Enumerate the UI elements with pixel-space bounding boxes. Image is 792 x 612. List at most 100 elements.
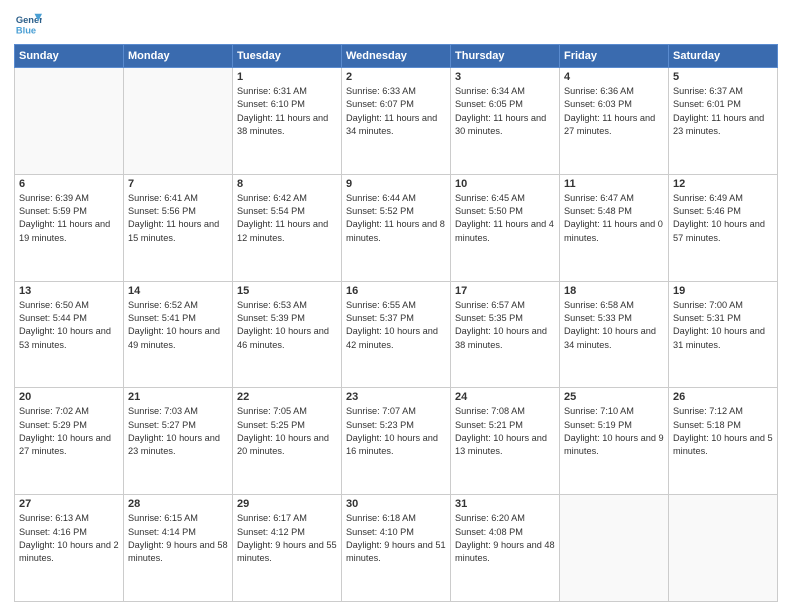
day-info-line: Daylight: 10 hours and 20 minutes. [237,432,337,459]
day-info-line: Sunset: 4:10 PM [346,526,446,539]
day-info-line: Daylight: 11 hours and 27 minutes. [564,112,664,139]
day-info: Sunrise: 6:31 AMSunset: 6:10 PMDaylight:… [237,85,337,138]
day-info-line: Sunset: 5:41 PM [128,312,228,325]
day-info-line: Sunset: 5:25 PM [237,419,337,432]
calendar-cell: 14Sunrise: 6:52 AMSunset: 5:41 PMDayligh… [124,281,233,388]
calendar-table: SundayMondayTuesdayWednesdayThursdayFrid… [14,44,778,602]
day-number: 18 [564,285,664,297]
day-info-line: Sunset: 5:18 PM [673,419,773,432]
day-number: 31 [455,498,555,510]
day-info-line: Sunset: 5:33 PM [564,312,664,325]
calendar-cell: 8Sunrise: 6:42 AMSunset: 5:54 PMDaylight… [233,174,342,281]
day-number: 14 [128,285,228,297]
day-info-line: Daylight: 10 hours and 53 minutes. [19,325,119,352]
day-info-line: Daylight: 10 hours and 9 minutes. [564,432,664,459]
day-number: 8 [237,178,337,190]
day-number: 27 [19,498,119,510]
day-info: Sunrise: 7:07 AMSunset: 5:23 PMDaylight:… [346,405,446,458]
day-info: Sunrise: 7:08 AMSunset: 5:21 PMDaylight:… [455,405,555,458]
day-info-line: Sunset: 5:50 PM [455,205,555,218]
day-info-line: Sunset: 6:10 PM [237,98,337,111]
calendar-cell: 26 Sunrise: 7:12 AMSunset: 5:18 PMDayligh… [669,388,778,495]
day-number: 17 [455,285,555,297]
calendar-cell: 9Sunrise: 6:44 AMSunset: 5:52 PMDaylight… [342,174,451,281]
calendar-cell: 19Sunrise: 7:00 AMSunset: 5:31 PMDayligh… [669,281,778,388]
day-info: Sunrise: 6:33 AMSunset: 6:07 PMDaylight:… [346,85,446,138]
day-info-line: Sunrise: 7:07 AM [346,405,446,418]
day-info: Sunrise: 6:57 AMSunset: 5:35 PMDaylight:… [455,299,555,352]
day-info-line: Daylight: 11 hours and 38 minutes. [237,112,337,139]
calendar-cell: 28Sunrise: 6:15 AMSunset: 4:14 PMDayligh… [124,495,233,602]
day-info-line: Daylight: 11 hours and 8 minutes. [346,218,446,245]
calendar-cell: 5Sunrise: 6:37 AMSunset: 6:01 PMDaylight… [669,68,778,175]
day-number: 12 [673,178,773,190]
day-info: Sunrise: 6:47 AMSunset: 5:48 PMDaylight:… [564,192,664,245]
day-info-line: Sunset: 6:01 PM [673,98,773,111]
day-info-line: Daylight: 11 hours and 15 minutes. [128,218,228,245]
day-info-line: Sunrise: 6:58 AM [564,299,664,312]
day-info-line: Daylight: 10 hours and 31 minutes. [673,325,773,352]
day-info-line: Sunset: 6:07 PM [346,98,446,111]
day-info-line: Daylight: 10 hours and 16 minutes. [346,432,446,459]
day-info-line: Sunrise: 6:13 AM [19,512,119,525]
weekday-header-saturday: Saturday [669,45,778,68]
calendar-cell: 12Sunrise: 6:49 AMSunset: 5:46 PMDayligh… [669,174,778,281]
day-number: 3 [455,71,555,83]
calendar-cell: 20Sunrise: 7:02 AMSunset: 5:29 PMDayligh… [15,388,124,495]
day-info-line: Sunset: 4:16 PM [19,526,119,539]
calendar-cell: 6Sunrise: 6:39 AMSunset: 5:59 PMDaylight… [15,174,124,281]
calendar-cell: 2Sunrise: 6:33 AMSunset: 6:07 PMDaylight… [342,68,451,175]
day-info-line: Daylight: 10 hours and 57 minutes. [673,218,773,245]
day-info-line: Sunset: 5:23 PM [346,419,446,432]
day-info: Sunrise: 7:12 AMSunset: 5:18 PMDaylight:… [673,405,773,458]
day-number: 13 [19,285,119,297]
day-number: 26 [673,391,773,403]
day-info-line: Sunrise: 6:42 AM [237,192,337,205]
day-number: 4 [564,71,664,83]
day-info-line: Daylight: 10 hours and 5 minutes. [673,432,773,459]
day-number: 25 [564,391,664,403]
day-number: 7 [128,178,228,190]
calendar-cell: 22 Sunrise: 7:05 AMSunset: 5:25 PMDayligh… [233,388,342,495]
calendar-cell [124,68,233,175]
calendar-cell: 27Sunrise: 6:13 AMSunset: 4:16 PMDayligh… [15,495,124,602]
day-number: 30 [346,498,446,510]
day-number: 24 [455,391,555,403]
day-info-line: Daylight: 11 hours and 30 minutes. [455,112,555,139]
calendar-cell: 4Sunrise: 6:36 AMSunset: 6:03 PMDaylight… [560,68,669,175]
day-info-line: Daylight: 10 hours and 27 minutes. [19,432,119,459]
day-info-line: Sunset: 5:59 PM [19,205,119,218]
day-info-line: Daylight: 10 hours and 13 minutes. [455,432,555,459]
day-info: Sunrise: 6:53 AMSunset: 5:39 PMDaylight:… [237,299,337,352]
day-info-line: Sunrise: 7:08 AM [455,405,555,418]
day-info-line: Sunset: 5:44 PM [19,312,119,325]
day-info: Sunrise: 7:05 AMSunset: 5:25 PMDaylight:… [237,405,337,458]
day-info-line: Sunset: 5:35 PM [455,312,555,325]
weekday-header-friday: Friday [560,45,669,68]
day-info-line: Sunset: 5:31 PM [673,312,773,325]
day-info-line: Sunset: 5:27 PM [128,419,228,432]
day-number: 15 [237,285,337,297]
day-info-line: Sunset: 4:12 PM [237,526,337,539]
day-info-line: Sunset: 5:21 PM [455,419,555,432]
weekday-header-wednesday: Wednesday [342,45,451,68]
day-info-line: Sunrise: 6:17 AM [237,512,337,525]
calendar-cell: 18 Sunrise: 6:58 AMSunset: 5:33 PMDayligh… [560,281,669,388]
day-info-line: Sunset: 5:54 PM [237,205,337,218]
weekday-header-thursday: Thursday [451,45,560,68]
day-info-line: Sunrise: 6:39 AM [19,192,119,205]
calendar-cell: 15 Sunrise: 6:53 AMSunset: 5:39 PMDayligh… [233,281,342,388]
day-info-line: Sunrise: 6:31 AM [237,85,337,98]
day-info: Sunrise: 6:58 AMSunset: 5:33 PMDaylight:… [564,299,664,352]
day-number: 22 [237,391,337,403]
day-info: Sunrise: 7:02 AMSunset: 5:29 PMDaylight:… [19,405,119,458]
day-info: Sunrise: 6:55 AMSunset: 5:37 PMDaylight:… [346,299,446,352]
day-info: Sunrise: 6:20 AMSunset: 4:08 PMDaylight:… [455,512,555,565]
day-info: Sunrise: 6:17 AMSunset: 4:12 PMDaylight:… [237,512,337,565]
day-info-line: Sunrise: 6:47 AM [564,192,664,205]
day-number: 29 [237,498,337,510]
day-info-line: Sunset: 5:29 PM [19,419,119,432]
day-info-line: Sunrise: 6:34 AM [455,85,555,98]
day-number: 21 [128,391,228,403]
day-info-line: Sunrise: 6:49 AM [673,192,773,205]
